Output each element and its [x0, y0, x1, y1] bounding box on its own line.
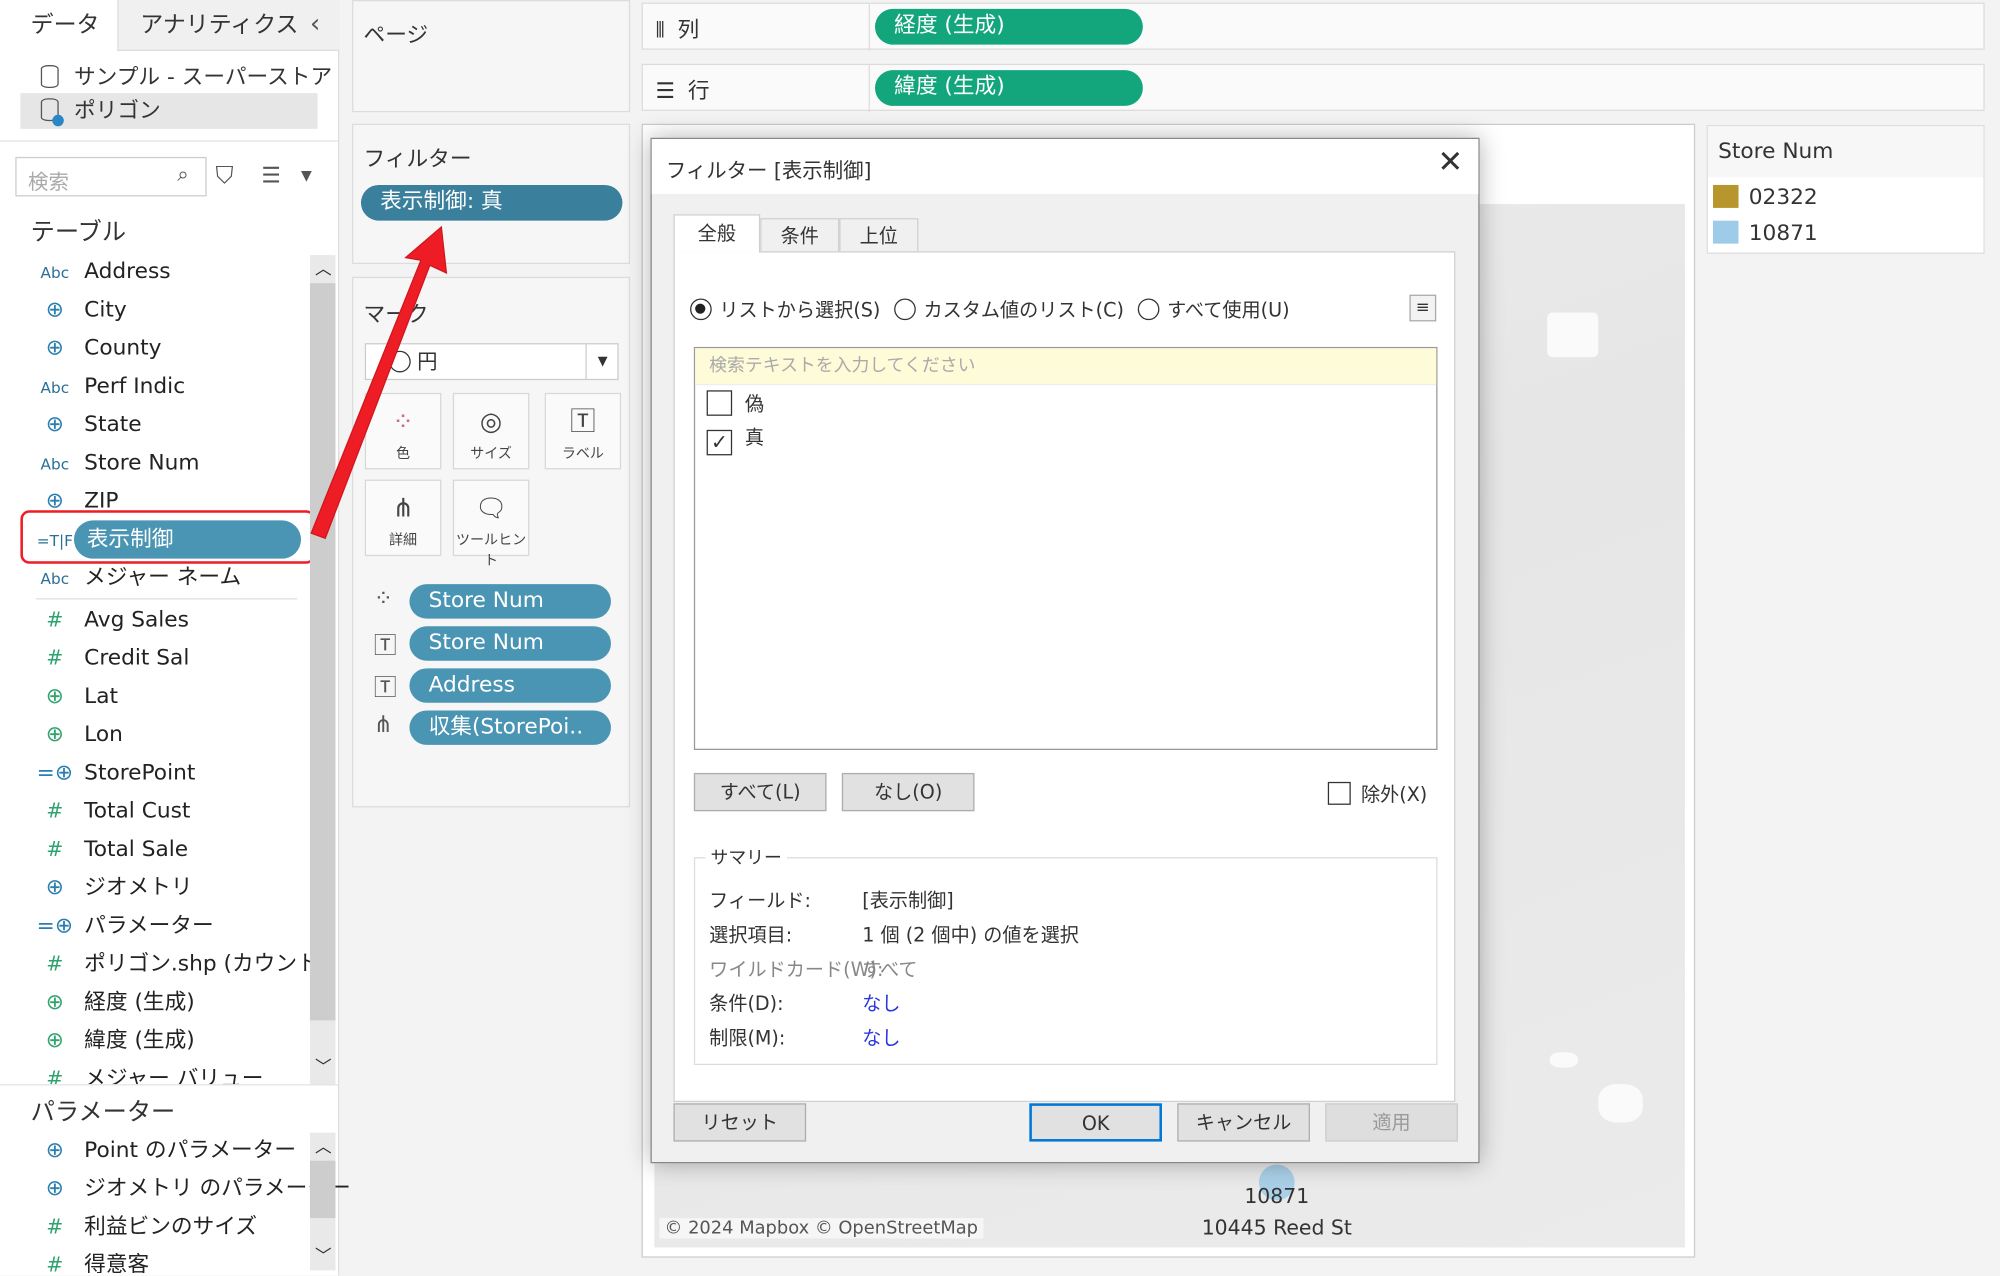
radio-list-select[interactable]: リストから選択(S) [690, 298, 880, 321]
select-none-button[interactable]: なし(O) [841, 772, 975, 812]
value-search-input[interactable]: 検索テキストを入力してください [695, 348, 1437, 386]
dialog-titlebar: フィルター [表示制御] ✕ [651, 139, 1479, 194]
value-item[interactable]: 偽 [706, 390, 764, 417]
menu-icon[interactable]: ≡ [1409, 294, 1437, 322]
summary-title: サマリー [705, 844, 787, 870]
summary-key: 選択項目: [709, 923, 793, 947]
summary-value[interactable]: なし [862, 1024, 900, 1051]
summary-value[interactable]: なし [862, 990, 900, 1017]
summary-key: 条件(D): [709, 992, 784, 1016]
close-icon[interactable]: ✕ [1437, 144, 1463, 180]
arrow-shape [310, 225, 448, 540]
value-item[interactable]: ✓ 真 [706, 423, 764, 456]
dialog-title: フィルター [表示制御] [665, 158, 872, 183]
selection-mode-radios: リストから選択(S) カスタム値のリスト(C) すべて使用(U) [690, 296, 1290, 323]
summary-value: 1 個 (2 個中) の値を選択 [862, 923, 1079, 947]
summary-key: フィールド: [709, 889, 811, 912]
value-list: 検索テキストを入力してください 偽 ✓ 真 [693, 346, 1438, 750]
reset-button[interactable]: リセット [673, 1103, 807, 1142]
summary-value: すべて [862, 957, 918, 981]
radio-use-all[interactable]: すべて使用(U) [1137, 298, 1290, 321]
ok-button[interactable]: OK [1029, 1103, 1162, 1142]
tab-general[interactable]: 全般 [673, 214, 761, 253]
tab-condition[interactable]: 条件 [760, 218, 840, 253]
exclude-checkbox[interactable]: 除外(X) [1327, 781, 1427, 808]
summary-key: ワイルドカード(W): [709, 957, 884, 981]
apply-button[interactable]: 適用 [1325, 1103, 1458, 1142]
checkbox[interactable]: ✓ [706, 429, 733, 456]
select-all-button[interactable]: すべて(L) [693, 772, 827, 812]
checkbox[interactable] [706, 390, 733, 416]
tab-top[interactable]: 上位 [839, 218, 919, 253]
summary-key: 制限(M): [709, 1026, 786, 1050]
cancel-button[interactable]: キャンセル [1177, 1103, 1310, 1142]
summary-value: [表示制御] [862, 889, 954, 912]
radio-custom-list[interactable]: カスタム値のリスト(C) [894, 298, 1124, 321]
